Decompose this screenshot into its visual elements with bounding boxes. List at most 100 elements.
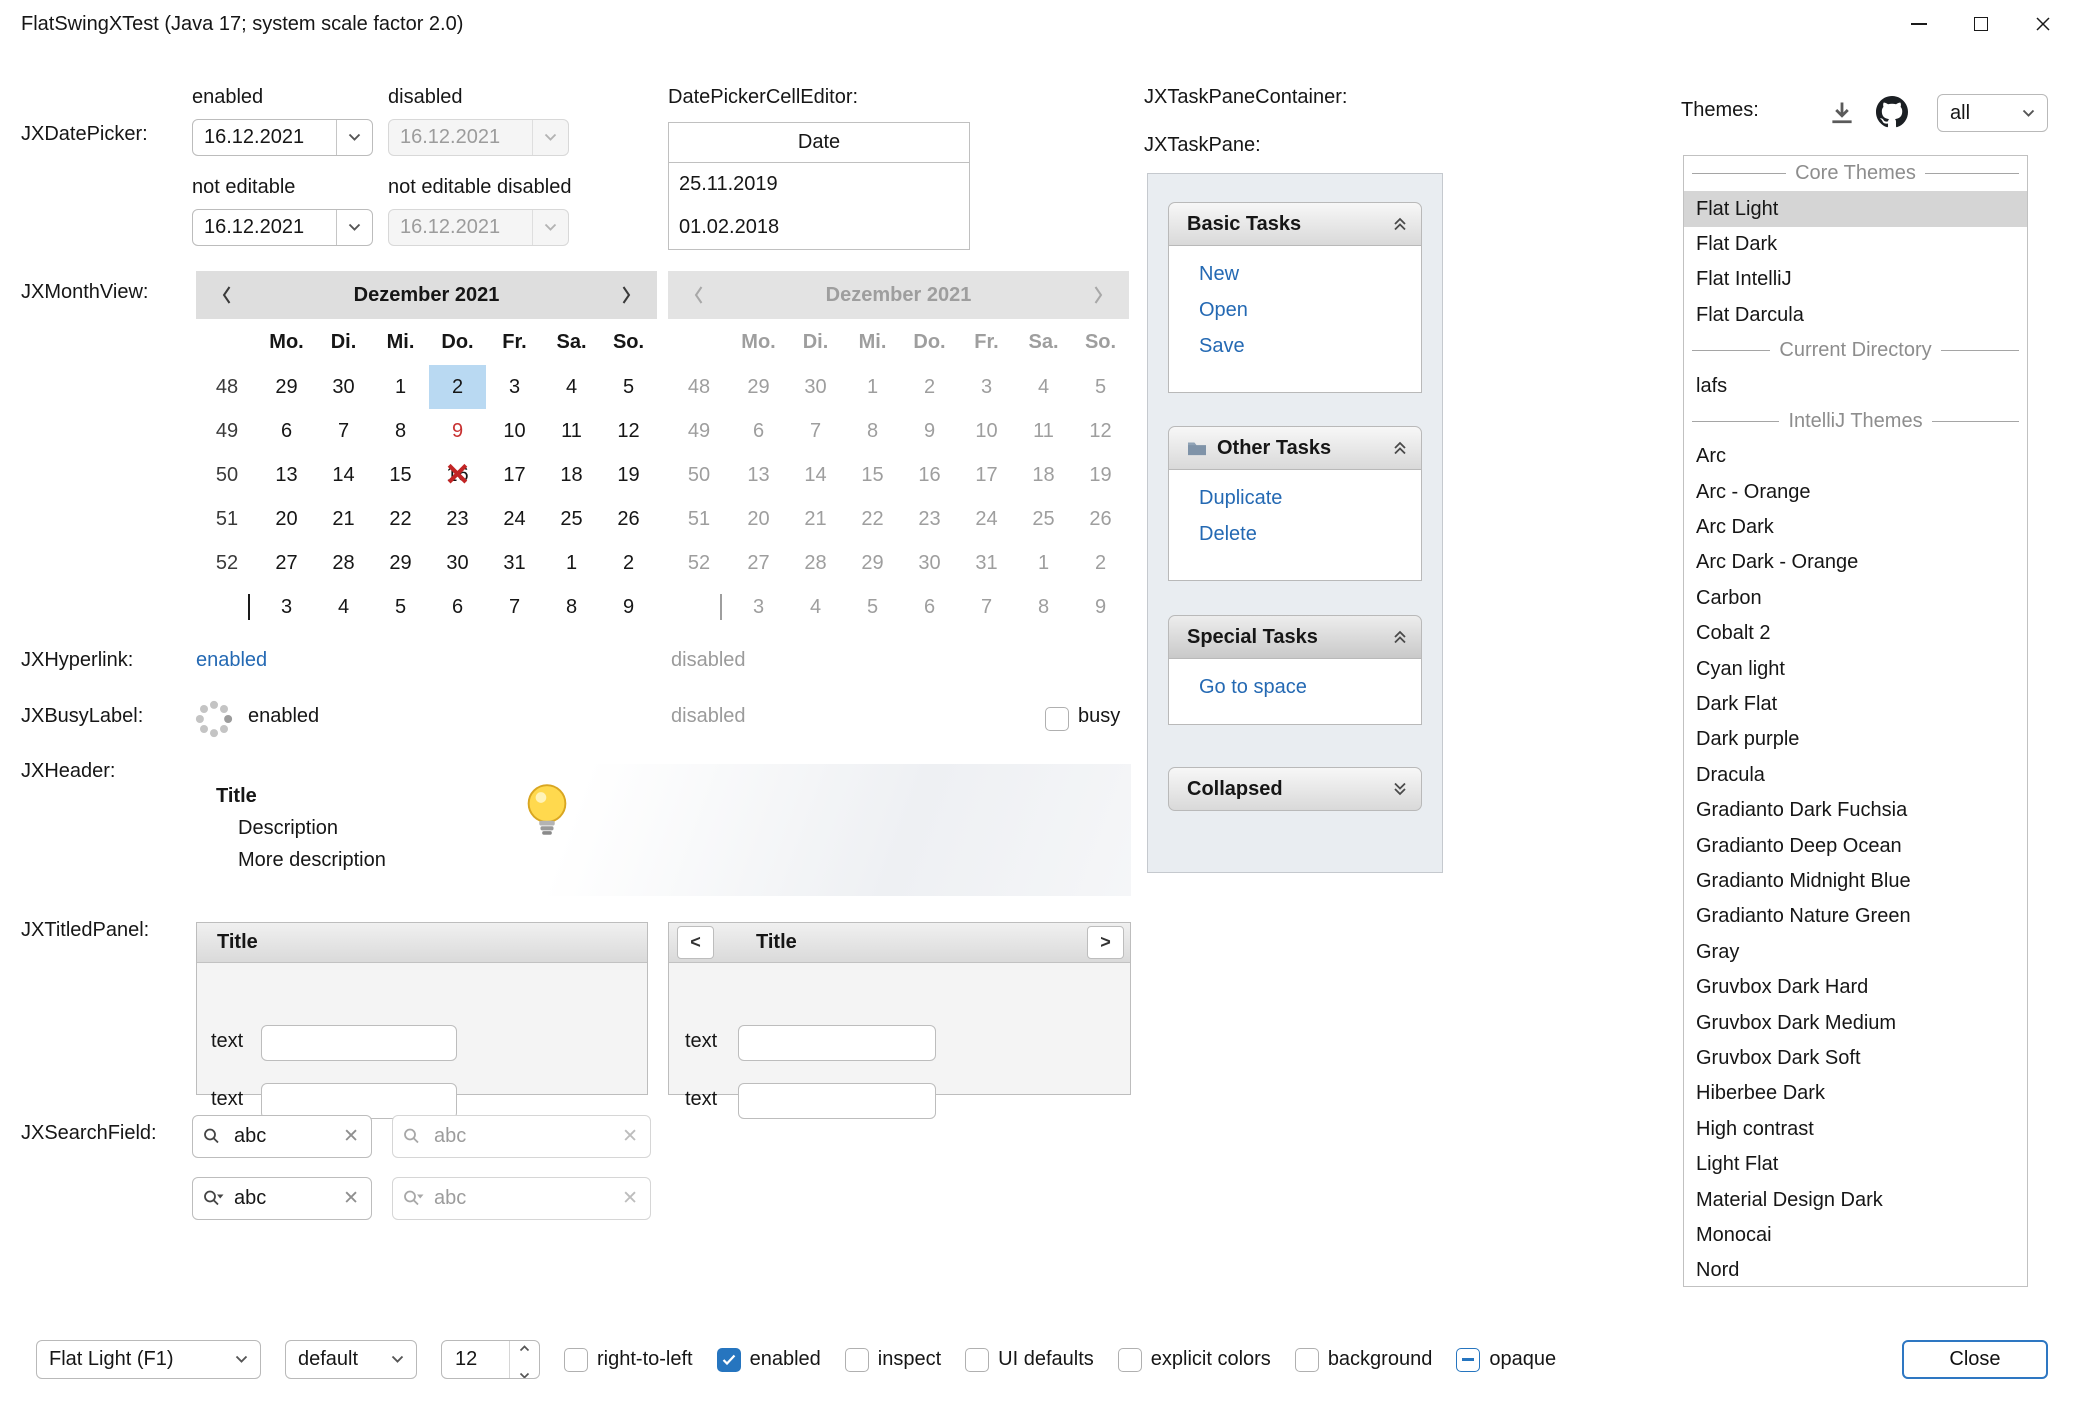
day-cell[interactable]: 4	[1015, 365, 1072, 409]
day-cell[interactable]: 31	[486, 541, 543, 585]
day-cell[interactable]: 26	[600, 497, 657, 541]
day-cell[interactable]: 15	[844, 453, 901, 497]
theme-list-item-dark-flat[interactable]: Dark Flat	[1684, 687, 2027, 722]
day-cell[interactable]: 23	[429, 497, 486, 541]
day-cell[interactable]: 7	[787, 409, 844, 453]
day-cell[interactable]: 12	[600, 409, 657, 453]
datepicker-dropdown-button[interactable]	[336, 210, 372, 245]
theme-list-item-gradianto-nature-green[interactable]: Gradianto Nature Green	[1684, 899, 2027, 934]
theme-list-item-dracula[interactable]: Dracula	[1684, 758, 2027, 793]
day-cell[interactable]: 18	[543, 453, 600, 497]
task-link-open[interactable]: Open	[1199, 292, 1421, 328]
day-cell[interactable]: 8	[844, 409, 901, 453]
checkbox-explicit-colors[interactable]: explicit colors	[1118, 1348, 1271, 1372]
datepicker-value[interactable]: 16.12.2021	[193, 210, 336, 245]
table-row[interactable]: 01.02.2018	[669, 206, 969, 249]
day-cell[interactable]: 27	[730, 541, 787, 585]
checkbox-background[interactable]: background	[1295, 1348, 1433, 1372]
search-menu-icon[interactable]	[203, 1189, 225, 1209]
day-cell[interactable]: 11	[1015, 409, 1072, 453]
day-cell[interactable]: 29	[372, 541, 429, 585]
day-cell[interactable]: 24	[486, 497, 543, 541]
day-cell[interactable]: 8	[543, 585, 600, 629]
day-cell[interactable]: 8	[372, 409, 429, 453]
checkbox-box[interactable]	[845, 1348, 869, 1372]
day-cell[interactable]: 25	[543, 497, 600, 541]
theme-list-item-arc-dark-orange[interactable]: Arc Dark - Orange	[1684, 545, 2027, 580]
day-cell[interactable]: 20	[258, 497, 315, 541]
day-cell[interactable]: 18	[1015, 453, 1072, 497]
day-cell[interactable]: 2	[901, 365, 958, 409]
task-link-save[interactable]: Save	[1199, 328, 1421, 364]
checkbox-right-to-left[interactable]: right-to-left	[564, 1348, 693, 1372]
theme-list-item-carbon[interactable]: Carbon	[1684, 581, 2027, 616]
busy-checkbox[interactable]	[1045, 707, 1069, 731]
day-cell[interactable]: 5	[1072, 365, 1129, 409]
day-cell[interactable]: 22	[844, 497, 901, 541]
checkbox-box[interactable]	[717, 1348, 741, 1372]
day-cell[interactable]: 14	[315, 453, 372, 497]
task-link-delete[interactable]: Delete	[1199, 516, 1421, 552]
day-cell[interactable]: 8	[1015, 585, 1072, 629]
day-cell[interactable]: 26	[1072, 497, 1129, 541]
theme-list-item-dark-purple[interactable]: Dark purple	[1684, 722, 2027, 757]
day-cell[interactable]: 6	[429, 585, 486, 629]
checkbox-ui-defaults[interactable]: UI defaults	[965, 1348, 1094, 1372]
day-cell[interactable]: 19	[600, 453, 657, 497]
theme-list-item-gruvbox-dark-medium[interactable]: Gruvbox Dark Medium	[1684, 1005, 2027, 1040]
day-cell[interactable]: 9	[901, 409, 958, 453]
day-cell[interactable]: 5	[600, 365, 657, 409]
theme-list-item-arc-orange[interactable]: Arc - Orange	[1684, 475, 2027, 510]
theme-list-item-flat-light[interactable]: Flat Light	[1684, 191, 2027, 226]
day-cell[interactable]: 12	[1072, 409, 1129, 453]
search-field-with-menu[interactable]: abc ✕	[192, 1177, 372, 1220]
panel-prev-button[interactable]: <	[677, 926, 714, 959]
theme-list-item-cobalt-2[interactable]: Cobalt 2	[1684, 616, 2027, 651]
theme-list-item-flat-dark[interactable]: Flat Dark	[1684, 227, 2027, 262]
day-cell[interactable]: 9	[1072, 585, 1129, 629]
theme-combobox[interactable]: Flat Light (F1)	[36, 1340, 261, 1379]
day-cell[interactable]: 10	[486, 409, 543, 453]
day-cell[interactable]: 16	[901, 453, 958, 497]
theme-list-item-nord[interactable]: Nord	[1684, 1253, 2027, 1287]
task-link-duplicate[interactable]: Duplicate	[1199, 480, 1421, 516]
day-cell[interactable]: 22	[372, 497, 429, 541]
checkbox-box[interactable]	[564, 1348, 588, 1372]
day-cell[interactable]: 4	[543, 365, 600, 409]
next-month-button[interactable]	[611, 285, 641, 305]
day-cell[interactable]: 28	[315, 541, 372, 585]
datepicker-not-editable[interactable]: 16.12.2021	[192, 209, 373, 246]
theme-list-item-light-flat[interactable]: Light Flat	[1684, 1147, 2027, 1182]
close-window-button[interactable]	[2012, 0, 2074, 48]
github-icon[interactable]	[1872, 93, 1912, 131]
day-cell[interactable]: 13	[730, 453, 787, 497]
theme-list-item-material-design-dark[interactable]: Material Design Dark	[1684, 1182, 2027, 1217]
prev-month-button[interactable]	[212, 285, 242, 305]
checkbox-box[interactable]	[1118, 1348, 1142, 1372]
search-field[interactable]: abc ✕	[192, 1115, 372, 1158]
theme-list-item-high-contrast[interactable]: High contrast	[1684, 1112, 2027, 1147]
checkbox-enabled[interactable]: enabled	[717, 1348, 821, 1372]
day-cell[interactable]: 1	[844, 365, 901, 409]
panel-next-button[interactable]: >	[1087, 926, 1124, 959]
day-cell[interactable]: 28	[787, 541, 844, 585]
day-cell[interactable]: 2	[1072, 541, 1129, 585]
day-cell[interactable]: 3	[258, 585, 315, 629]
day-cell[interactable]: 29	[258, 365, 315, 409]
day-cell[interactable]: 3	[486, 365, 543, 409]
day-cell[interactable]: 20	[730, 497, 787, 541]
theme-list-item-gradianto-dark-fuchsia[interactable]: Gradianto Dark Fuchsia	[1684, 793, 2027, 828]
task-link-new[interactable]: New	[1199, 256, 1421, 292]
day-cell[interactable]: 4	[787, 585, 844, 629]
taskpane-header-special-tasks[interactable]: Special Tasks	[1168, 615, 1422, 659]
taskpane-header-other-tasks[interactable]: Other Tasks	[1168, 426, 1422, 470]
close-button[interactable]: Close	[1902, 1340, 2048, 1379]
day-cell[interactable]: 1	[543, 541, 600, 585]
task-link-go-to-space[interactable]: Go to space	[1199, 669, 1421, 705]
theme-list-item-gruvbox-dark-hard[interactable]: Gruvbox Dark Hard	[1684, 970, 2027, 1005]
day-cell[interactable]: 30	[429, 541, 486, 585]
text-input[interactable]	[261, 1025, 457, 1061]
day-cell[interactable]: 29	[730, 365, 787, 409]
theme-list-item-gruvbox-dark-soft[interactable]: Gruvbox Dark Soft	[1684, 1041, 2027, 1076]
checkbox-opaque[interactable]: opaque	[1456, 1348, 1556, 1372]
